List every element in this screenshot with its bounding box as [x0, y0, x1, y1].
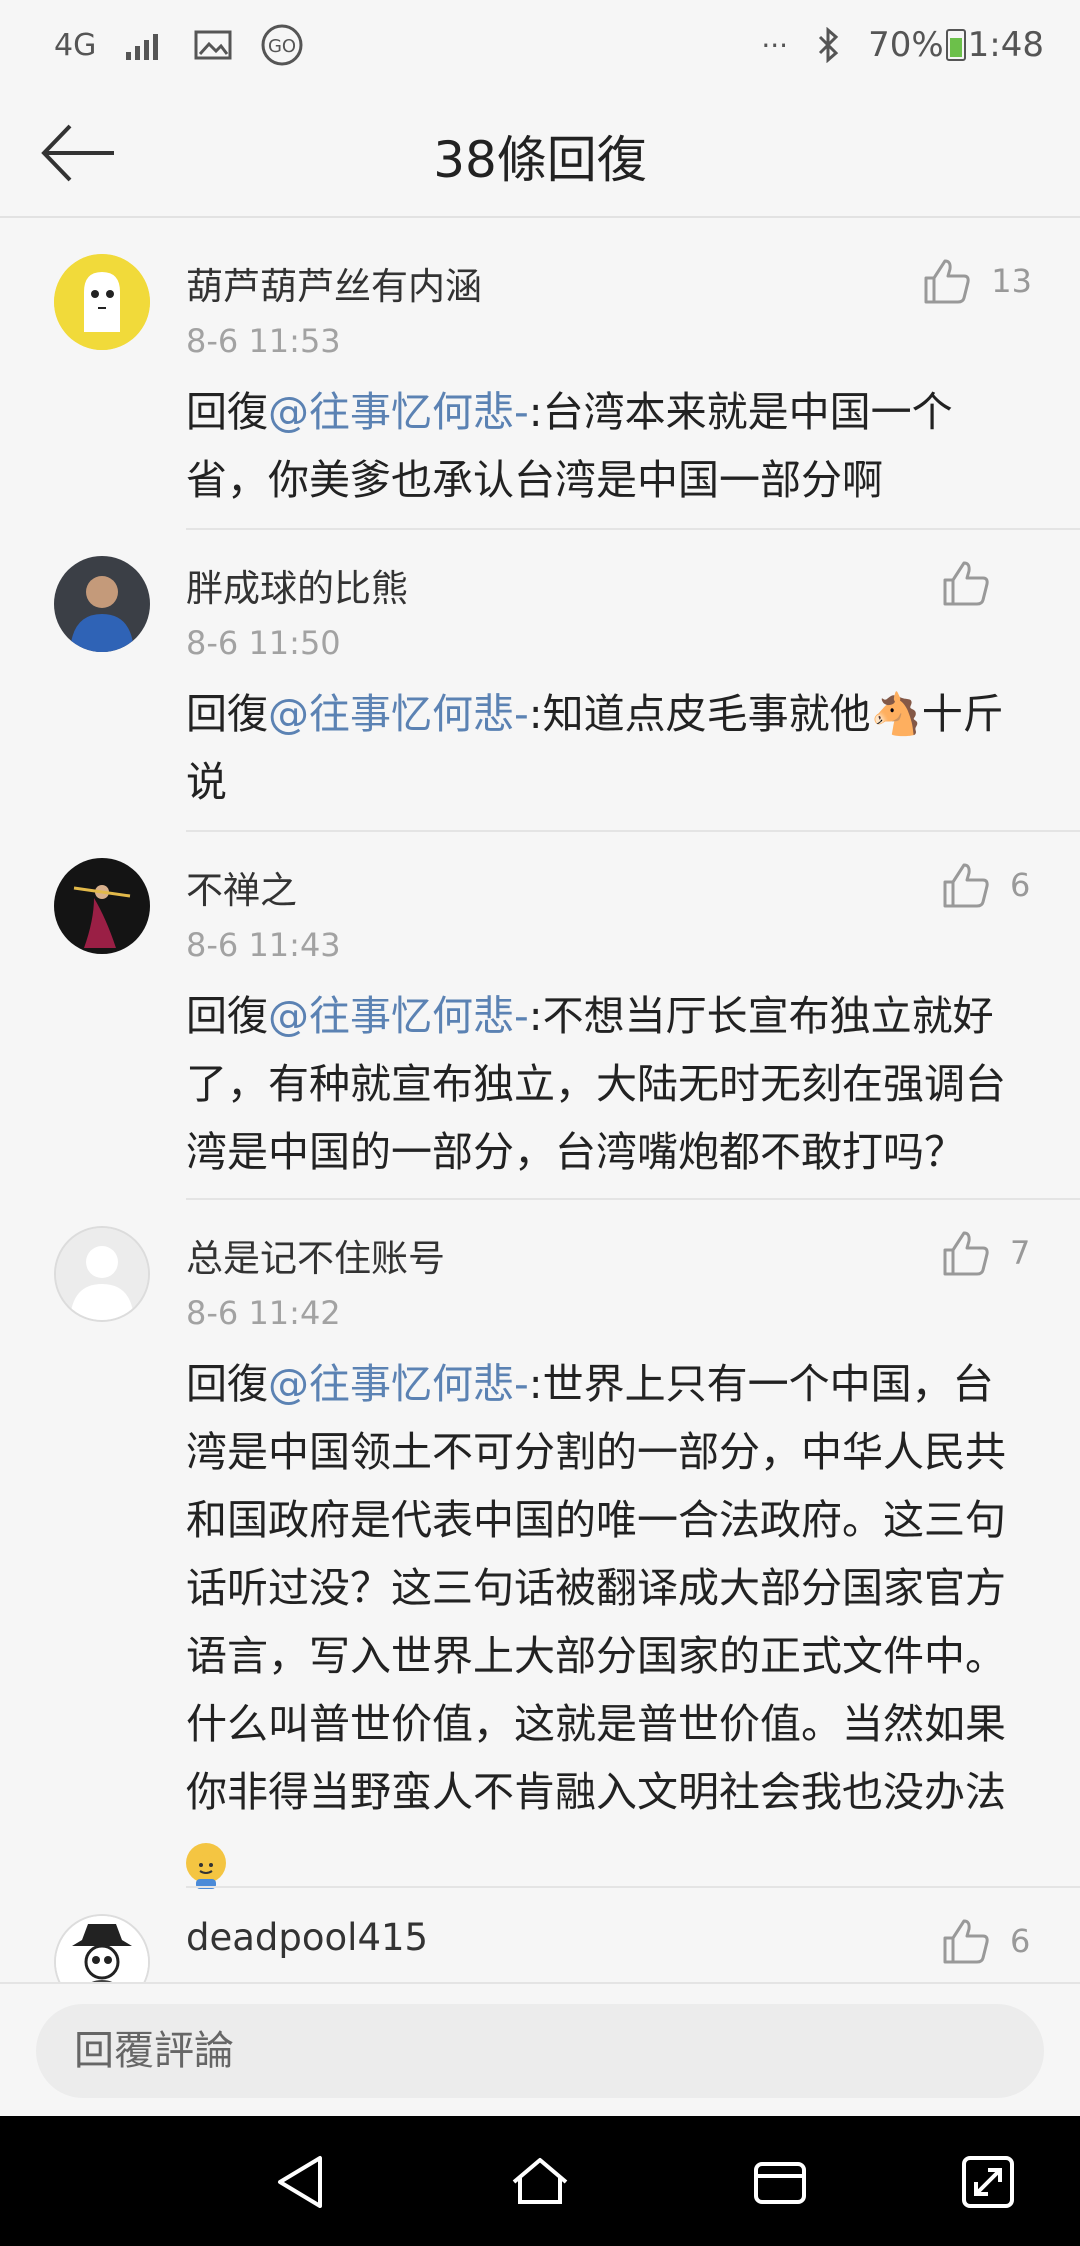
comment-body: 回復@往事忆何悲-:世界上只有一个中国，台湾是中国领土不可分割的一部分，中华人民…	[186, 1350, 1032, 1894]
like-button[interactable]: 7	[942, 1230, 1032, 1276]
triangle-back-icon	[278, 2156, 322, 2208]
reply-prefix: 回復	[186, 690, 268, 738]
author-name[interactable]: 总是记不住账号	[186, 1228, 445, 1282]
like-button[interactable]: 6	[942, 862, 1032, 908]
like-button[interactable]	[942, 560, 1032, 606]
bluetooth-icon	[816, 27, 840, 63]
author-name[interactable]: 胖成球的比熊	[186, 558, 408, 612]
shrug-emoji-icon	[186, 1843, 226, 1889]
reply-prefix: 回復	[186, 992, 268, 1040]
comment-text: :世界上只有一个中国，台湾是中国领土不可分割的一部分，中华人民共和国政府是代表中…	[186, 1360, 1006, 1816]
comment-item: 葫芦葫芦丝有内涵 8-6 11:53 13 回復@往事忆何悲-:台湾本来就是中国…	[0, 228, 1080, 530]
comment-item: deadpool415 6	[0, 1888, 1080, 1982]
status-bar: 4G GO ··· 70% 1:48	[0, 0, 1080, 90]
comment-body: 回復@往事忆何悲-:知道点皮毛事就他🐴十斤说	[186, 680, 1032, 816]
nav-back-button[interactable]	[272, 2152, 332, 2212]
author-name[interactable]: 不禅之	[186, 860, 297, 914]
nav-recents-button[interactable]	[750, 2152, 810, 2212]
comment-input[interactable]	[36, 2004, 1044, 2098]
comment-list[interactable]: 葫芦葫芦丝有内涵 8-6 11:53 13 回復@往事忆何悲-:台湾本来就是中国…	[0, 228, 1080, 1982]
like-count: 7	[1010, 1234, 1031, 1272]
mention-link[interactable]: @往事忆何悲-	[268, 690, 529, 738]
clock: 1:48	[967, 25, 1044, 65]
comment-item: 胖成球的比熊 8-6 11:50 回復@往事忆何悲-:知道点皮毛事就他🐴十斤说	[0, 530, 1080, 832]
mention-link[interactable]: @往事忆何悲-	[268, 992, 529, 1040]
navigation-bar	[0, 2116, 1080, 2246]
avatar[interactable]	[54, 858, 150, 954]
thumbs-up-icon	[943, 863, 989, 908]
signal-icon	[124, 30, 166, 60]
reply-prefix: 回復	[186, 388, 268, 436]
thumbs-up-icon	[943, 1919, 989, 1964]
page-title: 38條回復	[433, 131, 647, 189]
comment-input-bar	[0, 1982, 1080, 2116]
comment-body: 回復@往事忆何悲-:不想当厅长宣布独立就好了，有种就宣布独立，大陆无时无刻在强调…	[186, 982, 1032, 1186]
battery-percent: 70%	[868, 25, 944, 65]
author-name[interactable]: 葫芦葫芦丝有内涵	[186, 256, 482, 310]
thumbs-up-icon	[924, 259, 970, 304]
like-count: 6	[1010, 866, 1031, 904]
avatar[interactable]	[54, 254, 150, 350]
like-button[interactable]: 13	[923, 258, 1032, 304]
comment-time: 8-6 11:53	[186, 322, 341, 360]
like-count: 6	[1010, 1922, 1031, 1960]
comment-item: 不禅之 8-6 11:43 6 回復@往事忆何悲-:不想当厅长宣布独立就好了，有…	[0, 832, 1080, 1200]
nav-home-button[interactable]	[510, 2152, 570, 2212]
like-button[interactable]: 6	[942, 1918, 1032, 1964]
avatar[interactable]	[54, 1226, 150, 1322]
battery-icon	[945, 29, 966, 61]
home-icon	[512, 2158, 568, 2204]
go-icon: GO	[260, 23, 304, 67]
horse-emoji: 🐴	[870, 690, 922, 738]
comment-item: 总是记不住账号 8-6 11:42 7 回復@往事忆何悲-:世界上只有一个中国，…	[0, 1200, 1080, 1889]
comment-time: 8-6 11:43	[186, 926, 341, 964]
thumbs-up-icon	[943, 561, 989, 606]
expand-icon	[962, 2156, 1014, 2208]
thumbs-up-icon	[943, 1231, 989, 1276]
mention-link[interactable]: @往事忆何悲-	[268, 388, 529, 436]
like-count: 13	[991, 262, 1032, 300]
reply-prefix: 回復	[186, 1360, 268, 1408]
header: 38條回復	[0, 90, 1080, 218]
svg-text:GO: GO	[268, 36, 296, 57]
nav-expand-button[interactable]	[958, 2152, 1018, 2212]
recents-icon	[754, 2162, 806, 2204]
image-icon	[194, 30, 232, 60]
author-name[interactable]: deadpool415	[186, 1916, 428, 1959]
overflow-dots-icon: ···	[761, 28, 789, 62]
mention-link[interactable]: @往事忆何悲-	[268, 1360, 529, 1408]
comment-body: 回復@往事忆何悲-:台湾本来就是中国一个省，你美爹也承认台湾是中国一部分啊	[186, 378, 1032, 514]
network-type: 4G	[54, 27, 97, 63]
avatar[interactable]	[54, 556, 150, 652]
avatar[interactable]	[54, 1914, 150, 1982]
comment-time: 8-6 11:50	[186, 624, 341, 662]
comment-text: :知道点皮毛事就他	[528, 690, 871, 738]
comment-time: 8-6 11:42	[186, 1294, 341, 1332]
